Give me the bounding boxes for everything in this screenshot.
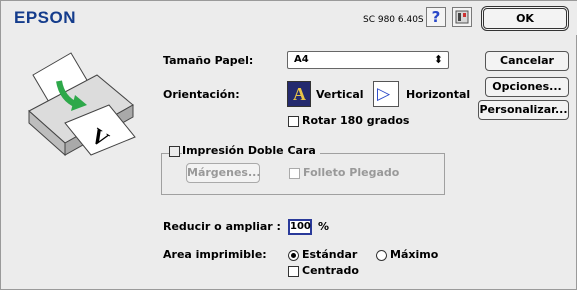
reduce-enlarge-label: Reducir o ampliar : <box>163 220 281 233</box>
ok-button[interactable]: OK <box>481 6 569 31</box>
rotate-180-label[interactable]: Rotar 180 grados <box>302 114 409 127</box>
model-version-label: SC 980 6.40S <box>363 15 424 25</box>
orientation-vertical-icon[interactable]: A <box>287 81 311 107</box>
help-icon[interactable]: ? <box>426 7 446 27</box>
ok-button-label: OK <box>516 12 534 25</box>
standard-radio[interactable] <box>288 250 299 261</box>
paper-size-select[interactable]: A4 ⬍ <box>287 51 449 69</box>
orientation-label: Orientación: <box>163 88 240 101</box>
options-button[interactable]: Opciones... <box>485 77 569 97</box>
utility-icon[interactable] <box>452 7 472 27</box>
cancel-button-label: Cancelar <box>500 54 554 67</box>
rotate-180-checkbox[interactable] <box>288 116 299 127</box>
orientation-vertical-label[interactable]: Vertical <box>316 88 364 101</box>
vertical-glyph: A <box>293 84 306 104</box>
reduce-enlarge-input[interactable]: 100 <box>288 219 312 235</box>
centered-checkbox[interactable] <box>288 266 299 277</box>
maximum-label[interactable]: Máximo <box>390 248 438 261</box>
cancel-button[interactable]: Cancelar <box>485 51 569 71</box>
utility-glyph <box>455 10 469 24</box>
printable-area-label: Area imprimible: <box>163 248 267 261</box>
paper-size-label: Tamaño Papel: <box>163 54 254 67</box>
centered-label[interactable]: Centrado <box>302 264 359 277</box>
customize-button[interactable]: Personalizar... <box>478 100 569 120</box>
page-setup-dialog: EPSON SC 980 6.40S ? OK Cancelar Opcione… <box>0 0 577 290</box>
duplex-label[interactable]: Impresión Doble Cara <box>182 144 320 157</box>
maximum-radio[interactable] <box>376 250 387 261</box>
standard-label[interactable]: Estándar <box>302 248 357 261</box>
updown-arrow-icon: ⬍ <box>433 53 443 66</box>
booklet-checkbox <box>289 168 300 179</box>
horizontal-glyph: ▷ <box>377 84 391 104</box>
margins-button: Márgenes... <box>186 163 261 183</box>
options-button-label: Opciones... <box>492 80 562 93</box>
printer-preview-illustration: V <box>28 52 136 157</box>
booklet-label: Folleto Plegado <box>303 166 400 179</box>
margins-button-label: Márgenes... <box>187 166 261 179</box>
brand-logo: EPSON <box>14 8 77 27</box>
paper-size-value: A4 <box>294 54 309 65</box>
orientation-horizontal-label[interactable]: Horizontal <box>406 88 470 101</box>
orientation-horizontal-icon[interactable]: ▷ <box>373 81 399 107</box>
customize-button-label: Personalizar... <box>479 103 568 116</box>
help-glyph: ? <box>431 8 441 26</box>
duplex-checkbox[interactable] <box>169 146 180 157</box>
percent-unit-label: % <box>318 220 330 233</box>
